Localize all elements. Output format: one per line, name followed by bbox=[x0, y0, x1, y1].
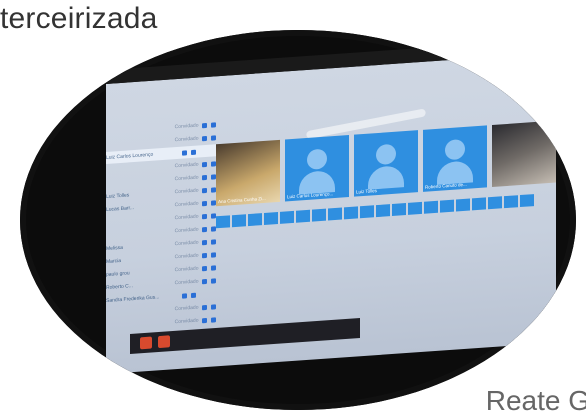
thumbnail[interactable] bbox=[488, 196, 502, 210]
thumbnail[interactable] bbox=[280, 210, 294, 224]
mic-icon[interactable] bbox=[202, 122, 208, 128]
slide-footer-text: Reate G bbox=[485, 385, 586, 416]
participant-list: Convidado Convidado Luiz Carlos Lourenço… bbox=[106, 118, 216, 334]
participant-role: Convidado bbox=[174, 213, 199, 222]
participant-name: paulo grou bbox=[106, 270, 130, 278]
participant-role: Convidado bbox=[174, 252, 199, 261]
mic-icon[interactable] bbox=[182, 292, 187, 299]
taskbar-app-icon[interactable] bbox=[158, 335, 170, 349]
mic-icon[interactable] bbox=[202, 317, 208, 323]
thumbnail[interactable] bbox=[312, 208, 326, 222]
thumbnail[interactable] bbox=[344, 206, 358, 220]
participant-name bbox=[106, 140, 173, 145]
participant-role: Convidado bbox=[174, 278, 199, 287]
thumbnail[interactable] bbox=[392, 203, 406, 217]
video-icon[interactable] bbox=[211, 238, 216, 245]
thumbnail[interactable] bbox=[216, 215, 230, 229]
participant-role: Convidado bbox=[174, 239, 199, 248]
video-icon[interactable] bbox=[211, 277, 216, 284]
thumbnail[interactable] bbox=[328, 207, 342, 221]
thumbnail[interactable] bbox=[520, 194, 534, 208]
participant-role: Convidado bbox=[174, 135, 199, 144]
mic-icon[interactable] bbox=[202, 200, 208, 206]
tile-label: Luiz Carlos Lourenço... bbox=[287, 191, 334, 200]
avatar-body-icon bbox=[368, 165, 404, 190]
video-tiles: Ana Cristina Cunha Zi... Luiz Carlos Lou… bbox=[216, 120, 556, 207]
mic-icon[interactable] bbox=[202, 187, 208, 193]
mic-icon[interactable] bbox=[202, 239, 208, 245]
thumbnail[interactable] bbox=[424, 200, 438, 214]
video-tile[interactable]: Roberto Canuto de... bbox=[423, 125, 487, 192]
thumbnail[interactable] bbox=[440, 199, 454, 213]
video-icon[interactable] bbox=[211, 316, 216, 323]
taskbar-app-icon[interactable] bbox=[140, 336, 152, 350]
participant-name: Roberto C... bbox=[106, 283, 133, 291]
avatar-icon bbox=[376, 143, 396, 166]
avatar-icon bbox=[307, 148, 327, 170]
participant-name bbox=[106, 218, 173, 223]
participant-role: Convidado bbox=[174, 304, 199, 313]
mic-icon[interactable] bbox=[202, 278, 208, 284]
mic-icon[interactable] bbox=[202, 135, 208, 141]
mic-icon[interactable] bbox=[202, 265, 208, 271]
participant-role: Convidado bbox=[174, 187, 199, 196]
mic-icon[interactable] bbox=[202, 226, 208, 232]
slide-title: terceirizada bbox=[0, 2, 158, 35]
video-tile[interactable]: Luiz Tolles bbox=[354, 130, 418, 197]
mic-icon[interactable] bbox=[202, 252, 208, 258]
participant-name: Luiz Carlos Lourenço bbox=[106, 151, 154, 161]
participant-role: Convidado bbox=[174, 122, 199, 131]
thumbnail[interactable] bbox=[504, 195, 518, 209]
participant-name bbox=[106, 166, 173, 171]
participant-name bbox=[106, 127, 173, 132]
participant-name: Melissa bbox=[106, 244, 123, 252]
mic-icon[interactable] bbox=[202, 304, 208, 310]
thumbnail[interactable] bbox=[296, 209, 310, 223]
video-tile[interactable] bbox=[492, 120, 556, 188]
thumbnail[interactable] bbox=[456, 198, 470, 212]
participant-role: Convidado bbox=[174, 226, 199, 235]
participant-role: Convidado bbox=[174, 265, 199, 274]
avatar-body-icon bbox=[437, 160, 473, 185]
thumbnail[interactable] bbox=[360, 205, 374, 219]
participant-name bbox=[106, 309, 173, 314]
avatar-icon bbox=[445, 138, 465, 161]
participant-role: Convidado bbox=[174, 317, 199, 326]
tile-label: Roberto Canuto de... bbox=[425, 181, 467, 190]
mic-icon[interactable] bbox=[202, 161, 208, 167]
participant-name: Marcia bbox=[106, 257, 122, 265]
thumbnail[interactable] bbox=[232, 214, 246, 228]
thumbnail[interactable] bbox=[376, 204, 390, 218]
video-icon[interactable] bbox=[211, 303, 216, 310]
participant-name: Sandra Frederika Gus... bbox=[106, 294, 160, 304]
video-icon[interactable] bbox=[191, 149, 196, 155]
mic-icon[interactable] bbox=[202, 213, 208, 219]
video-tile[interactable]: Ana Cristina Cunha Zi... bbox=[216, 139, 280, 207]
participant-name bbox=[106, 322, 173, 327]
tile-label: Ana Cristina Cunha Zi... bbox=[218, 195, 266, 205]
video-icon[interactable] bbox=[211, 121, 216, 128]
participant-role: Convidado bbox=[174, 200, 199, 209]
tile-label: Luiz Tolles bbox=[356, 188, 377, 195]
video-icon[interactable] bbox=[211, 251, 216, 258]
video-tile[interactable]: Luiz Carlos Lourenço... bbox=[285, 135, 349, 202]
thumbnail[interactable] bbox=[408, 201, 422, 215]
mic-icon[interactable] bbox=[182, 149, 187, 156]
thumbnail[interactable] bbox=[248, 213, 262, 227]
video-icon[interactable] bbox=[211, 264, 216, 271]
participant-role: Convidado bbox=[174, 161, 199, 170]
participant-role: Convidado bbox=[174, 174, 199, 183]
photo-frame: Convidado Convidado Luiz Carlos Lourenço… bbox=[20, 30, 576, 410]
thumbnail[interactable] bbox=[264, 211, 278, 225]
participant-name: Luiz Tolles bbox=[106, 192, 130, 200]
participant-name bbox=[106, 179, 173, 184]
thumbnail[interactable] bbox=[472, 197, 486, 211]
video-icon[interactable] bbox=[211, 134, 216, 141]
mic-icon[interactable] bbox=[202, 174, 208, 180]
participant-name: Lucas Barr... bbox=[106, 205, 135, 213]
participant-name bbox=[106, 231, 173, 236]
video-icon[interactable] bbox=[191, 292, 196, 298]
